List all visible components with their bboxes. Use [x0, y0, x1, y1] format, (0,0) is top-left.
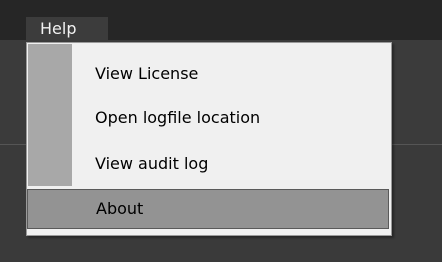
menu-item-view-audit-log[interactable]: View audit log [95, 154, 208, 174]
menu-bar: Help [0, 0, 442, 42]
menu-item-about-label: About [96, 199, 144, 218]
menu-item-about[interactable]: About [27, 189, 389, 229]
help-menu-title[interactable]: Help [26, 17, 108, 42]
menu-icon-gutter [28, 44, 72, 186]
menu-item-open-logfile-location[interactable]: Open logfile location [95, 108, 260, 128]
help-dropdown-menu: View License Open logfile location View … [26, 42, 392, 236]
menu-item-view-license[interactable]: View License [95, 64, 198, 84]
